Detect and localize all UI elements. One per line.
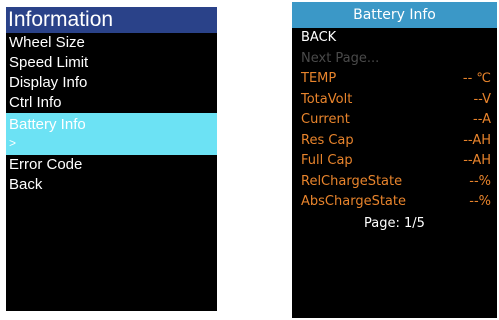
battery-info-title: Battery Info [292, 2, 497, 28]
temp-row: TEMP -- ℃ [292, 69, 497, 90]
menu-item-label: Wheel Size [9, 34, 85, 51]
total-volt-row: TotaVolt --V [292, 90, 497, 111]
row-value: -- ℃ [462, 71, 491, 86]
information-screen: Information Wheel Size Speed Limit Displ… [6, 7, 217, 311]
current-row: Current --A [292, 110, 497, 131]
row-label: Full Cap [301, 153, 353, 168]
information-menu: Wheel Size Speed Limit Display Info Ctrl… [6, 33, 217, 195]
submenu-arrow-icon: > [9, 136, 17, 150]
menu-item-ctrl-info[interactable]: Ctrl Info [6, 93, 217, 113]
menu-item-error-code[interactable]: Error Code [6, 155, 217, 175]
abs-charge-state-row: AbsChargeState --% [292, 192, 497, 213]
row-value: --V [473, 91, 491, 107]
page-indicator: Page: 1/5 [364, 215, 425, 231]
menu-item-label: Error Code [9, 156, 83, 173]
menu-item-speed-limit[interactable]: Speed Limit [6, 53, 217, 73]
row-value: --% [469, 194, 491, 209]
menu-item-wheel-size[interactable]: Wheel Size [6, 33, 217, 53]
row-value: --% [469, 173, 491, 189]
menu-item-label: Back [9, 176, 43, 193]
full-cap-row: Full Cap --AH [292, 151, 497, 172]
row-label: AbsChargeState [301, 194, 406, 209]
rel-charge-state-row: RelChargeState --% [292, 172, 497, 193]
back-label: BACK [301, 30, 337, 45]
battery-info-screen: Battery Info BACK Next Page... TEMP -- ℃… [292, 2, 497, 318]
menu-item-label: Speed Limit [9, 54, 89, 71]
menu-item-label: Battery Info [9, 116, 86, 133]
menu-item-back[interactable]: Back [6, 175, 217, 195]
menu-item-label: Ctrl Info [9, 94, 62, 111]
next-page-label: Next Page... [301, 50, 380, 66]
row-value: --AH [463, 153, 491, 168]
menu-item-display-info[interactable]: Display Info [6, 73, 217, 93]
next-page-button[interactable]: Next Page... [292, 49, 497, 70]
back-button[interactable]: BACK [292, 28, 497, 49]
row-value: --AH [463, 132, 491, 148]
row-label: RelChargeState [301, 173, 403, 189]
menu-item-battery-info[interactable]: Battery Info > [6, 113, 217, 155]
row-label: TEMP [301, 71, 337, 86]
menu-item-label: Display Info [9, 74, 88, 91]
row-value: --A [473, 112, 491, 127]
res-cap-row: Res Cap --AH [292, 131, 497, 152]
information-title: Information [6, 7, 217, 33]
row-label: TotaVolt [301, 91, 353, 107]
row-label: Res Cap [301, 132, 354, 148]
row-label: Current [301, 112, 350, 127]
